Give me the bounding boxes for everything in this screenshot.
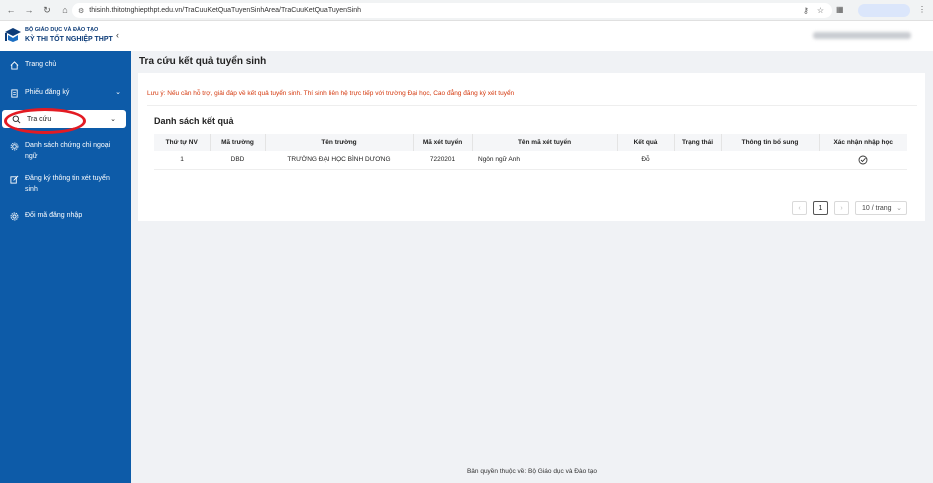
cell-enrollment-confirm <box>819 151 907 170</box>
bookmark-star-icon[interactable]: ☆ <box>817 6 824 15</box>
chevron-down-icon: ⌄ <box>110 115 116 123</box>
results-table: Thứ tự NV Mã trường Tên trường Mã xét tu… <box>154 134 907 170</box>
url-text: thisinh.thitotnghiepthpt.edu.vn/TraCuuKe… <box>89 7 362 14</box>
sidebar-item-label: Đổi mã đăng nhập <box>25 212 83 219</box>
next-page-button[interactable]: › <box>834 201 849 215</box>
column-header-admission-name: Tên mã xét tuyển <box>472 134 618 151</box>
collapse-sidebar-icon[interactable]: ‹ <box>116 30 119 40</box>
extensions-icon[interactable]: ▦ <box>836 5 844 14</box>
sidebar-item-label: Danh sách chứng chỉ ngoại ngữ <box>25 142 111 160</box>
column-header-school-code: Mã trường <box>210 134 266 151</box>
sidebar-item-change-password[interactable]: Đổi mã đăng nhập <box>0 210 131 221</box>
logo-area: BỘ GIÁO DỤC VÀ ĐÀO TẠO KỲ THI TỐT NGHIỆP… <box>0 21 131 51</box>
sidebar-item-registration[interactable]: Phiếu đăng ký ⌄ <box>0 87 131 98</box>
page-title: Tra cứu kết quả tuyển sinh <box>139 56 267 67</box>
column-header-order: Thứ tự NV <box>154 134 211 151</box>
main-content: Tra cứu kết quả tuyển sinh Lưu ý: Nếu cầ… <box>131 21 933 483</box>
chevron-down-icon: ⌄ <box>896 205 902 212</box>
settings-icon <box>9 211 19 221</box>
cell-admission-name: Ngôn ngữ Anh <box>472 151 617 170</box>
header-bar <box>131 21 933 51</box>
sidebar: BỘ GIÁO DỤC VÀ ĐÀO TẠO KỲ THI TỐT NGHIỆP… <box>0 21 131 483</box>
search-icon <box>11 114 21 124</box>
cell-school-code: DBD <box>210 151 265 170</box>
sidebar-item-language-certificates[interactable]: Danh sách chứng chỉ ngoại ngữ <box>0 140 120 162</box>
site-info-icon[interactable]: ⚙ <box>78 7 84 15</box>
profile-button[interactable] <box>858 4 910 17</box>
sidebar-item-label: Tra cứu <box>27 115 52 123</box>
gear-icon <box>9 141 19 151</box>
sidebar-item-lookup[interactable]: Tra cứu ⌄ <box>2 110 126 128</box>
page-size-select[interactable]: 10 / trang ⌄ <box>855 201 907 215</box>
sidebar-item-home[interactable]: Trang chủ <box>0 59 131 70</box>
footer-copyright: Bản quyền thuộc về: Bộ Giáo dục và Đào t… <box>466 468 598 475</box>
column-header-enrollment-confirm: Xác nhận nhập học <box>819 134 907 151</box>
column-header-status: Trạng thái <box>674 134 722 151</box>
cell-school-name: TRƯỜNG ĐẠI HỌC BÌNH DƯƠNG <box>265 151 413 170</box>
sidebar-item-label: Trang chủ <box>25 61 57 68</box>
key-icon[interactable]: ⚷ <box>803 6 809 15</box>
results-list-title: Danh sách kết quả <box>154 116 234 126</box>
logo-icon <box>5 28 21 42</box>
home-browser-icon[interactable]: ⌂ <box>58 3 72 17</box>
forward-icon[interactable]: → <box>22 3 36 17</box>
page-1-button[interactable]: 1 <box>813 201 828 215</box>
logo-exam-text: KỲ THI TỐT NGHIỆP THPT <box>25 36 113 43</box>
check-circle-icon[interactable] <box>858 155 868 165</box>
cell-order: 1 <box>154 151 210 170</box>
column-header-result: Kết quả <box>617 134 675 151</box>
edit-icon <box>9 174 19 184</box>
sidebar-item-label: Phiếu đăng ký <box>25 89 70 96</box>
user-name-blurred[interactable] <box>813 32 911 39</box>
sidebar-item-label: Đăng ký thông tin xét tuyển sinh <box>25 175 110 193</box>
support-note: Lưu ý: Nếu cần hỗ trợ, giải đáp về kết q… <box>147 90 515 97</box>
sidebar-item-admission-registration[interactable]: Đăng ký thông tin xét tuyển sinh <box>0 173 120 195</box>
document-icon <box>9 88 19 98</box>
table-header-row: Thứ tự NV Mã trường Tên trường Mã xét tu… <box>154 134 907 151</box>
reload-icon[interactable]: ↻ <box>40 3 54 17</box>
cell-result: Đỗ <box>617 151 674 170</box>
cell-extra-info <box>721 151 819 170</box>
home-icon <box>9 60 19 70</box>
results-card: Lưu ý: Nếu cần hỗ trợ, giải đáp về kết q… <box>138 73 925 221</box>
page-size-value: 10 / trang <box>862 204 892 212</box>
cell-admission-code: 7220201 <box>413 151 472 170</box>
divider <box>147 105 917 106</box>
chevron-down-icon: ⌄ <box>115 89 121 96</box>
logo-ministry-text: BỘ GIÁO DỤC VÀ ĐÀO TẠO <box>25 27 99 33</box>
table-row: 1 DBD TRƯỜNG ĐẠI HỌC BÌNH DƯƠNG 7220201 … <box>154 151 907 170</box>
column-header-school-name: Tên trường <box>265 134 414 151</box>
prev-page-button[interactable]: ‹ <box>792 201 807 215</box>
cell-status <box>674 151 721 170</box>
more-menu-icon[interactable]: ⋮ <box>918 5 926 14</box>
column-header-extra-info: Thông tin bổ sung <box>721 134 820 151</box>
column-header-admission-code: Mã xét tuyển <box>413 134 473 151</box>
address-bar[interactable]: ⚙ thisinh.thitotnghiepthpt.edu.vn/TraCuu… <box>72 3 832 18</box>
browser-toolbar: ← → ↻ ⌂ ⚙ thisinh.thitotnghiepthpt.edu.v… <box>0 0 933 21</box>
back-icon[interactable]: ← <box>4 3 18 17</box>
